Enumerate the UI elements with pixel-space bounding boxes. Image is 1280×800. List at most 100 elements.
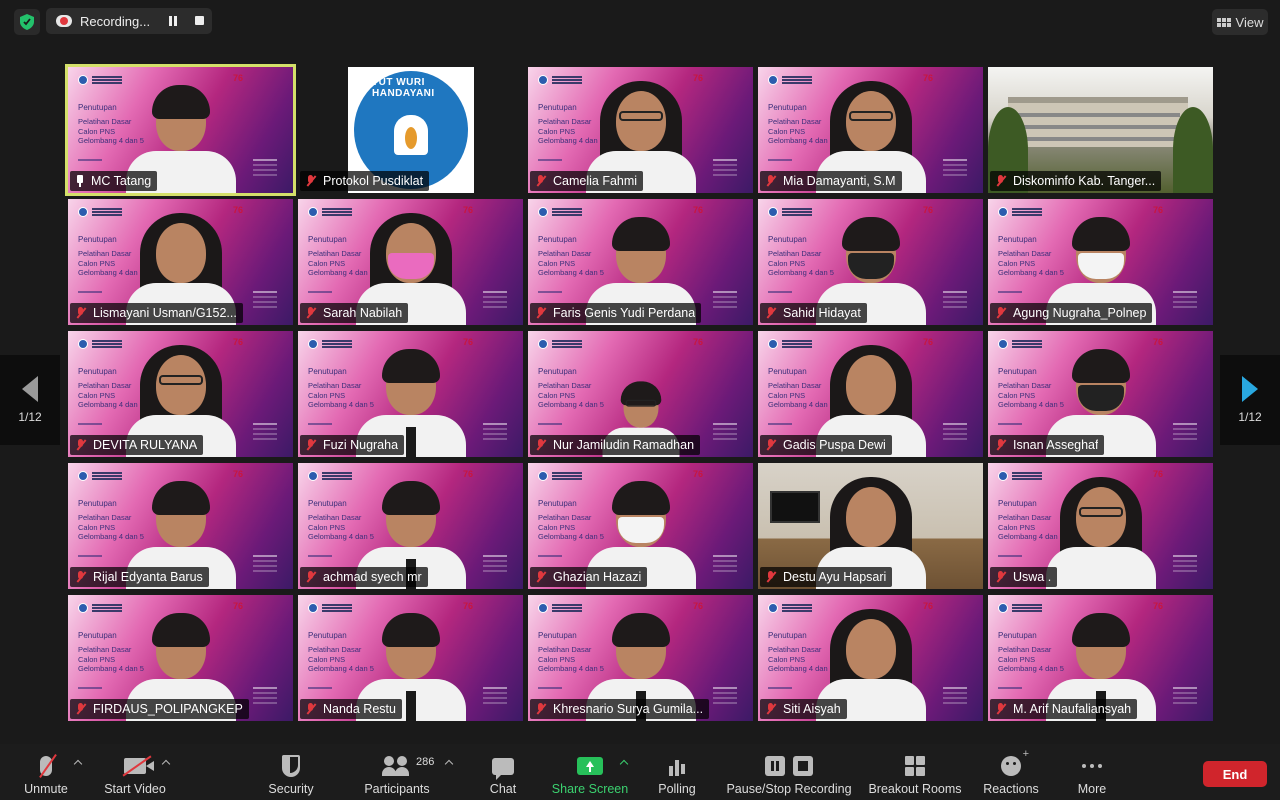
participant-name-tag: Rijal Edyanta Barus: [70, 567, 209, 587]
pause-stop-recording-button[interactable]: Pause/Stop Recording: [724, 744, 854, 800]
participant-name-tag: Agung Nugraha_Polnep: [990, 303, 1153, 323]
reactions-smiley-icon: [1001, 748, 1029, 776]
slide-title: Penutupan: [78, 235, 117, 244]
slide-title: Penutupan: [78, 499, 117, 508]
participant-tile[interactable]: 76 Penutupan Pelatihan Dasar Calon PNS Gelom…: [758, 199, 983, 325]
participant-tile[interactable]: 76 Penutupan Pelatihan Dasar Calon PNS Gelom…: [298, 331, 523, 457]
participant-name-tag: Diskominfo Kab. Tanger...: [990, 171, 1162, 191]
participant-tile[interactable]: 76 Penutupan Pelatihan Dasar Calon PNS Gelom…: [988, 595, 1213, 721]
participant-tile[interactable]: 76 Penutupan Pelatihan Dasar Calon PNS Gelom…: [298, 199, 523, 325]
participant-name-tag: Nur Jamiludin Ramadhan: [530, 435, 701, 455]
participant-tile[interactable]: 76 Penutupan Pelatihan Dasar Calon PNS Gelom…: [68, 331, 293, 457]
participant-name: Sahid Hidayat: [783, 306, 861, 320]
participant-name-tag: Protokol Pusdiklat: [300, 171, 430, 191]
participant-name-tag: Ghazian Hazazi: [530, 567, 648, 587]
ministry-logo-icon: [998, 471, 1008, 481]
muted-microphone-icon: [74, 702, 88, 716]
slide-title: Penutupan: [998, 367, 1037, 376]
muted-microphone-icon: [304, 306, 318, 320]
participants-button[interactable]: 286 Participants: [360, 744, 434, 800]
participant-tile[interactable]: 76 Penutupan Pelatihan Dasar Calon PNS Gelom…: [528, 199, 753, 325]
reactions-button[interactable]: Reactions: [980, 744, 1042, 800]
more-dots-icon: [1082, 764, 1102, 768]
participant-tile[interactable]: TUT WURI HANDAYANI Protokol Pusdiklat: [298, 67, 523, 193]
ministry-logo-icon: [768, 207, 778, 217]
start-video-button[interactable]: Start Video: [100, 744, 170, 800]
participant-name-tag: Destu Ayu Hapsari: [760, 567, 893, 587]
participant-tile[interactable]: Destu Ayu Hapsari: [758, 463, 983, 589]
slide-subtitle: Pelatihan Dasar Calon PNS Gelombang 4 dan …: [538, 381, 604, 409]
slide-title: Penutupan: [78, 103, 117, 112]
participant-tile[interactable]: 76 Penutupan Pelatihan Dasar Calon PNS Gelom…: [988, 331, 1213, 457]
participant-tile[interactable]: 76 Penutupan Pelatihan Dasar Calon PNS Gelom…: [988, 199, 1213, 325]
slide-title: Penutupan: [998, 235, 1037, 244]
participants-options-caret[interactable]: [444, 758, 454, 768]
next-page-button[interactable]: 1/12: [1220, 355, 1280, 445]
ministry-logo-icon: [538, 207, 548, 217]
slide-title: Penutupan: [768, 367, 807, 376]
unmute-button[interactable]: Unmute: [18, 744, 74, 800]
share-options-caret[interactable]: [619, 758, 629, 768]
participant-tile[interactable]: 76 Penutupan Pelatihan Dasar Calon PNS Gelom…: [68, 595, 293, 721]
share-screen-button[interactable]: Share Screen: [550, 744, 630, 800]
participant-tile[interactable]: 76 Penutupan Pelatihan Dasar Calon PNS Gelom…: [298, 595, 523, 721]
participant-name-tag: Khresnario Surya Gumila...: [530, 699, 710, 719]
participant-name: Camelia Fahmi: [553, 174, 638, 188]
security-button[interactable]: Security: [261, 744, 321, 800]
chat-button[interactable]: Chat: [478, 744, 528, 800]
muted-microphone-icon: [304, 174, 318, 188]
participant-name-tag: Siti Aisyah: [760, 699, 847, 719]
participant-name: Lismayani Usman/G152...: [93, 306, 237, 320]
muted-microphone-icon: [994, 438, 1008, 452]
polling-label: Polling: [658, 782, 696, 796]
participant-name-tag: Mia Damayanti, S.M: [760, 171, 902, 191]
slide-title: Penutupan: [308, 235, 347, 244]
ministry-logo-icon: [538, 339, 548, 349]
participant-tile[interactable]: 76 Penutupan Pelatihan Dasar Calon PNS Gelom…: [68, 199, 293, 325]
muted-microphone-icon: [304, 438, 318, 452]
participant-tile[interactable]: 76 Penutupan Pelatihan Dasar Calon PNS Gelom…: [528, 463, 753, 589]
muted-microphone-icon: [764, 702, 778, 716]
video-options-caret[interactable]: [161, 758, 171, 768]
breakout-rooms-icon: [905, 756, 925, 776]
participant-tile[interactable]: 76 Penutupan Pelatihan Dasar Calon PNS Gelom…: [988, 463, 1213, 589]
participant-tile[interactable]: 76 Penutupan Pelatihan Dasar Calon PNS Gelom…: [758, 595, 983, 721]
slide-title: Penutupan: [308, 499, 347, 508]
end-meeting-button[interactable]: End: [1203, 761, 1267, 787]
participant-name-tag: Camelia Fahmi: [530, 171, 644, 191]
participant-tile[interactable]: 76 Penutupan Pelatihan Dasar Calon PNS Gelom…: [65, 64, 296, 196]
muted-microphone-icon: [534, 174, 548, 188]
participant-tile[interactable]: 76 Penutupan Pelatihan Dasar Calon PNS Gelom…: [528, 595, 753, 721]
participant-tile[interactable]: 76 Penutupan Pelatihan Dasar Calon PNS Gelom…: [758, 331, 983, 457]
participant-name: Fuzi Nugraha: [323, 438, 399, 452]
ministry-logo-icon: [998, 207, 1008, 217]
pause-stop-recording-label: Pause/Stop Recording: [726, 782, 852, 796]
participant-tile[interactable]: Diskominfo Kab. Tanger...: [988, 67, 1213, 193]
participant-name-tag: Isnan Asseghaf: [990, 435, 1105, 455]
participant-tile[interactable]: 76 Penutupan Pelatihan Dasar Calon PNS Gelom…: [758, 67, 983, 193]
participant-tile[interactable]: 76 Penutupan Pelatihan Dasar Calon PNS Gelom…: [528, 331, 753, 457]
muted-microphone-icon: [534, 438, 548, 452]
audio-options-caret[interactable]: [73, 758, 83, 768]
participants-label: Participants: [364, 782, 430, 796]
breakout-rooms-button[interactable]: Breakout Rooms: [866, 744, 964, 800]
ministry-logo-icon: [78, 207, 88, 217]
share-screen-icon: [577, 757, 603, 775]
polling-button[interactable]: Polling: [652, 744, 702, 800]
participant-tile[interactable]: 76 Penutupan Pelatihan Dasar Calon PNS Gelom…: [298, 463, 523, 589]
participant-name-tag: Sahid Hidayat: [760, 303, 867, 323]
ministry-logo-icon: [538, 603, 548, 613]
slide-title: Penutupan: [308, 367, 347, 376]
more-button[interactable]: More: [1070, 744, 1114, 800]
slide-title: Penutupan: [538, 499, 577, 508]
participant-tile[interactable]: 76 Penutupan Pelatihan Dasar Calon PNS Gelom…: [528, 67, 753, 193]
participant-tile[interactable]: 76 Penutupan Pelatihan Dasar Calon PNS Gelom…: [68, 463, 293, 589]
participant-name-tag: Lismayani Usman/G152...: [70, 303, 243, 323]
previous-page-button[interactable]: 1/12: [0, 355, 60, 445]
participant-name-tag: MC Tatang: [70, 171, 158, 191]
participant-name: Ghazian Hazazi: [553, 570, 642, 584]
right-arrow-icon: [1242, 376, 1258, 402]
anniversary-mark: 76: [692, 337, 703, 347]
muted-microphone-icon: [764, 438, 778, 452]
pinned-icon: [74, 174, 86, 188]
